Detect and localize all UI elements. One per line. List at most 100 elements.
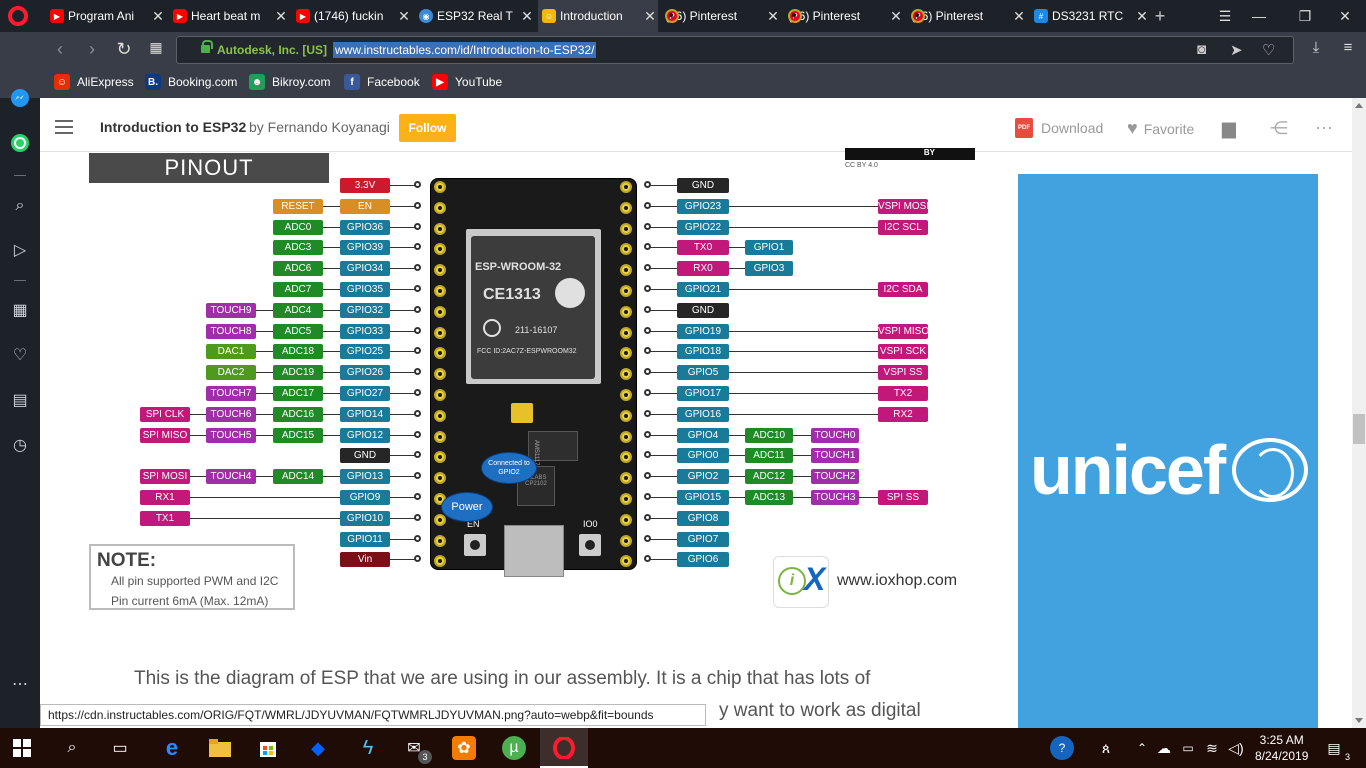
system-clock[interactable]: 3:25 AM 8/24/2019 (1255, 732, 1308, 764)
back-icon[interactable]: ‹ (48, 39, 72, 60)
close-tab-icon[interactable]: ✕ (642, 8, 658, 25)
people-icon[interactable]: ጰ (1094, 736, 1118, 760)
wifi-icon[interactable]: ≋ (1200, 736, 1224, 760)
search-icon[interactable]: ⌕ (60, 736, 84, 760)
header-pin (434, 264, 446, 277)
pin-connector (644, 305, 651, 313)
browser-tab[interactable]: P (46) Pinterest ✕ (907, 0, 1027, 32)
windows-start-icon[interactable] (10, 736, 34, 760)
browser-tab[interactable]: P (46) Pinterest ✕ (661, 0, 781, 32)
author[interactable]: by Fernando Koyanagi (249, 119, 390, 135)
task-view-icon[interactable]: ▭ (108, 736, 132, 760)
browser-tab[interactable]: # DS3231 RTC ✕ (1030, 0, 1150, 32)
download-button[interactable]: PDF Download (1015, 118, 1103, 138)
close-tab-icon[interactable]: ✕ (273, 8, 289, 25)
page-scrollbar[interactable] (1352, 98, 1366, 728)
pin-connector (414, 389, 421, 396)
pin-connector (414, 347, 421, 355)
pin-label: GPIO34 (340, 261, 390, 277)
browser-tab[interactable]: ▶ Heart beat m ✕ (169, 0, 289, 32)
history-icon[interactable]: ◷ (8, 434, 32, 458)
bookmarks-bar: ☺ AliExpress B. Booking.com ☻ Bikroy.com f Face… (0, 68, 1366, 98)
close-tab-icon[interactable]: ✕ (1134, 8, 1150, 25)
utorrent-icon[interactable]: µ (502, 736, 526, 760)
menu-icon[interactable] (55, 120, 73, 134)
opera-menu-icon[interactable] (8, 6, 28, 26)
close-tab-icon[interactable]: ✕ (396, 8, 412, 25)
scroll-thumb[interactable] (1353, 414, 1365, 444)
browser-tab[interactable]: P (46) Pinterest ✕ (784, 0, 904, 32)
edge-icon[interactable]: e (160, 735, 184, 760)
close-tab-icon[interactable]: ✕ (765, 8, 781, 25)
messenger-icon[interactable] (8, 88, 32, 112)
scroll-down-icon[interactable] (1355, 718, 1363, 723)
close-tab-icon[interactable]: ✕ (888, 8, 904, 25)
download-icon[interactable]: ⤓ (1304, 39, 1328, 56)
address-bar[interactable]: Autodesk, Inc. [US] www.instructables.co… (176, 36, 1294, 64)
close-tab-icon[interactable]: ✕ (150, 8, 166, 25)
easy-setup-icon[interactable]: ≡ (1336, 39, 1360, 56)
pin-label: GPIO9 (340, 490, 390, 505)
page-header: Introduction to ESP32 by Fernando Koyana… (40, 102, 1352, 152)
close-tab-icon[interactable]: ✕ (519, 8, 535, 25)
battery-icon[interactable]: ▭ (1176, 736, 1200, 760)
browser-tab[interactable]: ☺ Introduction ✕ (538, 0, 658, 32)
opera-icon[interactable] (552, 736, 576, 760)
bookmark-item[interactable]: ☺ AliExpress (54, 74, 134, 90)
browser-tab[interactable]: ▶ Program Ani ✕ (46, 0, 166, 32)
browser-tab[interactable]: ▶ (1746) fuckin ✕ (292, 0, 412, 32)
dropbox-icon[interactable]: ◆ (306, 736, 330, 760)
header-pin (620, 409, 632, 422)
bookmark-item[interactable]: B. Booking.com (145, 74, 237, 90)
browser-tab[interactable]: ◉ ESP32 Real T ✕ (415, 0, 535, 32)
close-window-button[interactable]: ✕ (1322, 0, 1366, 32)
comment-icon[interactable]: ▆ (1222, 118, 1236, 139)
store-icon[interactable] (256, 736, 280, 760)
show-hidden-icons[interactable]: ⌃ (1130, 736, 1154, 760)
page-title[interactable]: Introduction to ESP32 (100, 119, 246, 135)
mail-icon[interactable]: ✉ 3 (402, 736, 432, 764)
forward-icon[interactable]: › (80, 39, 104, 60)
reload-icon[interactable]: ↻ (112, 39, 136, 60)
heart-icon[interactable]: ♡ (1262, 41, 1275, 59)
pin-wire (231, 351, 420, 353)
unicef-ad[interactable]: unicef (1018, 174, 1318, 728)
pin-label: ADC7 (273, 282, 323, 297)
close-tab-icon[interactable]: ✕ (1011, 8, 1027, 25)
minimize-button[interactable]: — (1236, 0, 1282, 32)
url-text[interactable]: www.instructables.com/id/Introduction-to… (333, 42, 597, 58)
bookmark-item[interactable]: ▶ YouTube (432, 74, 502, 90)
notifications-icon[interactable]: ▤ 3 (1322, 736, 1350, 763)
new-tab-button[interactable]: + (1150, 0, 1170, 32)
onedrive-icon[interactable]: ☁ (1152, 736, 1176, 760)
more-icon[interactable]: ⋯ (1315, 118, 1333, 139)
heart-icon: ♥ (1127, 118, 1138, 138)
arduino-bolt-icon[interactable]: ϟ (356, 736, 380, 760)
heart-icon[interactable]: ♡ (8, 344, 32, 368)
bookmark-item[interactable]: ☻ Bikroy.com (249, 74, 330, 90)
news-icon[interactable]: ▤ (8, 389, 32, 413)
scroll-up-icon[interactable] (1355, 103, 1363, 108)
search-icon[interactable]: ⌕ (8, 194, 32, 218)
favorite-button[interactable]: ♥ Favorite (1127, 118, 1194, 139)
status-url-tooltip: https://cdn.instructables.com/ORIG/FQT/W… (40, 704, 706, 726)
header-pin (434, 534, 446, 547)
more-icon[interactable]: ⋯ (8, 673, 32, 697)
bookmark-item[interactable]: f Facebook (344, 74, 420, 90)
file-explorer-icon[interactable] (208, 736, 232, 760)
send-icon[interactable]: ➤ (1230, 41, 1243, 59)
share-icon[interactable]: ⋲ (1270, 118, 1288, 139)
send-tab-icon[interactable]: ▷ (8, 239, 32, 263)
speed-dial-icon[interactable]: ▦ (144, 39, 168, 56)
volume-icon[interactable]: ◁) (1224, 736, 1248, 760)
whatsapp-icon[interactable] (8, 133, 32, 157)
pin-label: GND (677, 302, 729, 318)
pin-label: SPI SS (878, 490, 928, 505)
camera-icon[interactable]: ◙ (1197, 41, 1206, 58)
pin-label: 3.3V (340, 178, 390, 193)
youtube-icon: ▶ (296, 9, 310, 23)
app-icon[interactable]: ✿ (452, 736, 476, 760)
help-icon[interactable]: ? (1050, 736, 1074, 760)
follow-button[interactable]: Follow (399, 114, 456, 142)
speed-dial-icon[interactable]: ▦ (8, 299, 32, 323)
